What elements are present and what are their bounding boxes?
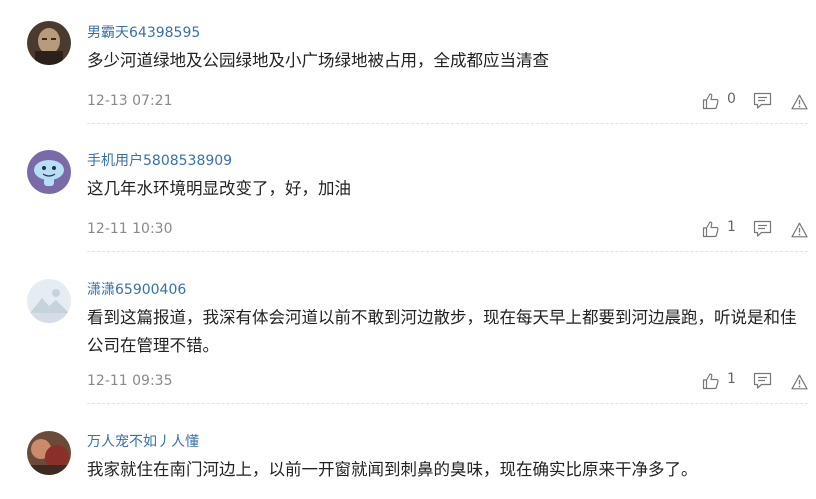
warning-icon <box>791 94 808 110</box>
reply-button[interactable] <box>753 370 773 392</box>
username[interactable]: 潇潇65900406 <box>87 279 186 299</box>
avatar[interactable] <box>27 279 71 323</box>
comment-icon <box>753 372 772 389</box>
divider <box>87 123 808 124</box>
thumbs-up-icon <box>702 373 719 390</box>
avatar[interactable] <box>27 150 71 194</box>
reply-button[interactable] <box>753 90 773 112</box>
like-count: 1 <box>727 371 736 387</box>
warning-icon <box>791 222 808 238</box>
comment-text: 看到这篇报道，我深有体会河道以前不敢到河边散步，现在每天早上都要到河边晨跑，听说… <box>87 308 797 355</box>
thumbs-up-icon <box>702 93 719 110</box>
like-count: 0 <box>727 91 736 107</box>
divider <box>87 403 808 404</box>
like-button[interactable]: 1 <box>702 370 742 392</box>
comment-text: 多少河道绿地及公园绿地及小广场绿地被占用，全成都应当清查 <box>87 51 549 70</box>
like-button[interactable]: 1 <box>702 218 742 240</box>
comment-icon <box>753 220 772 237</box>
avatar[interactable] <box>27 431 71 475</box>
avatar[interactable] <box>27 21 71 65</box>
report-button[interactable] <box>791 370 809 392</box>
thumbs-up-icon <box>702 221 719 238</box>
divider <box>87 251 808 252</box>
comment-text: 这几年水环境明显改变了，好，加油 <box>87 179 351 198</box>
timestamp: 12-11 09:35 <box>87 373 173 389</box>
username[interactable]: 男霸天64398595 <box>87 22 200 42</box>
comment-icon <box>753 92 772 109</box>
like-count: 1 <box>727 219 736 235</box>
comment-text: 我家就住在南门河边上，以前一开窗就闻到刺鼻的臭味，现在确实比原来干净多了。 <box>87 460 698 479</box>
username[interactable]: 万人宠不如丿人懂 <box>87 431 199 451</box>
timestamp: 12-11 10:30 <box>87 221 173 237</box>
like-button[interactable]: 0 <box>702 90 742 112</box>
username[interactable]: 手机用户5808538909 <box>87 150 232 170</box>
report-button[interactable] <box>791 218 809 240</box>
warning-icon <box>791 374 808 390</box>
report-button[interactable] <box>791 90 809 112</box>
timestamp: 12-13 07:21 <box>87 93 173 109</box>
reply-button[interactable] <box>753 218 773 240</box>
